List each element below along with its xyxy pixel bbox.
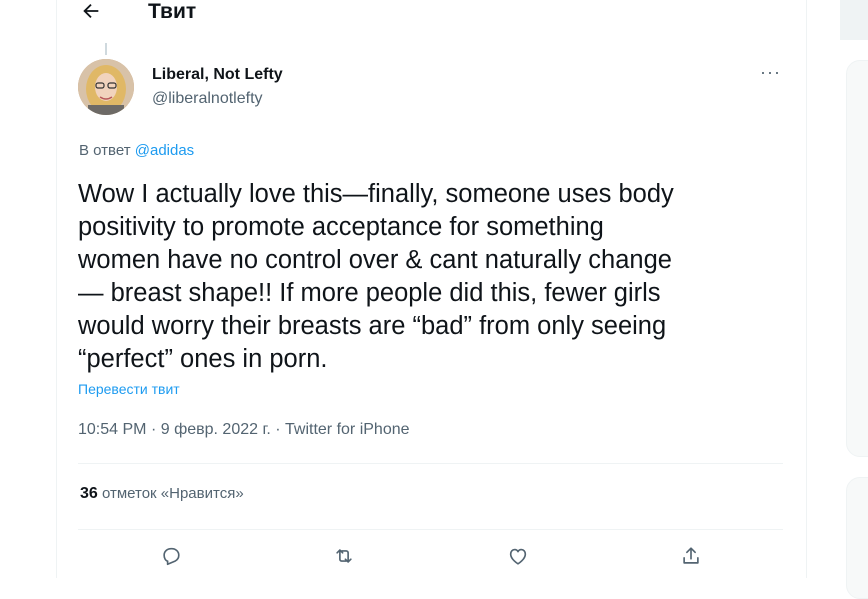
likes-count: 36 <box>80 485 98 502</box>
page-title: Твит <box>148 0 197 23</box>
divider <box>78 529 783 530</box>
search-box-edge[interactable] <box>840 0 868 40</box>
reply-prefix: В ответ <box>79 142 131 159</box>
tweet-date[interactable]: 9 февр. 2022 г. <box>161 421 271 438</box>
share-icon <box>683 547 699 564</box>
tweet-metadata: 10:54 PM · 9 февр. 2022 г. · Twitter for… <box>78 421 410 439</box>
meta-separator: · <box>150 421 157 438</box>
tweet-time[interactable]: 10:54 PM <box>78 421 146 438</box>
heart-icon <box>509 548 527 565</box>
more-options-button[interactable]: ··· <box>760 62 781 83</box>
divider <box>78 463 783 464</box>
tweet-source[interactable]: Twitter for iPhone <box>285 421 410 438</box>
author-display-name[interactable]: Liberal, Not Lefty <box>152 66 283 84</box>
share-button[interactable] <box>677 542 705 570</box>
reply-to-link[interactable]: @adidas <box>135 142 194 159</box>
likes-stat[interactable]: 36 отметок «Нравится» <box>80 485 244 503</box>
ellipsis-icon: ··· <box>760 62 781 82</box>
reply-button[interactable] <box>157 542 185 570</box>
avatar[interactable] <box>78 59 134 115</box>
thread-connector-line <box>105 43 107 55</box>
meta-separator: · <box>275 421 281 438</box>
author-handle[interactable]: @liberalnotlefty <box>152 90 263 108</box>
arrow-left-icon <box>83 3 99 19</box>
like-button[interactable] <box>504 542 532 570</box>
tweet-text: Wow I actually love this—finally, someon… <box>78 180 674 373</box>
reply-context: В ответ @adidas <box>79 142 194 159</box>
translate-tweet-link[interactable]: Перевести твит <box>78 381 180 397</box>
likes-label: отметок «Нравится» <box>101 485 244 502</box>
right-sidebar-panel <box>846 60 868 457</box>
right-sidebar-panel-2 <box>846 477 868 599</box>
retweet-icon <box>336 549 352 563</box>
avatar-image <box>78 59 134 115</box>
back-button[interactable] <box>80 0 102 27</box>
retweet-button[interactable] <box>330 542 358 570</box>
reply-icon <box>163 547 180 566</box>
